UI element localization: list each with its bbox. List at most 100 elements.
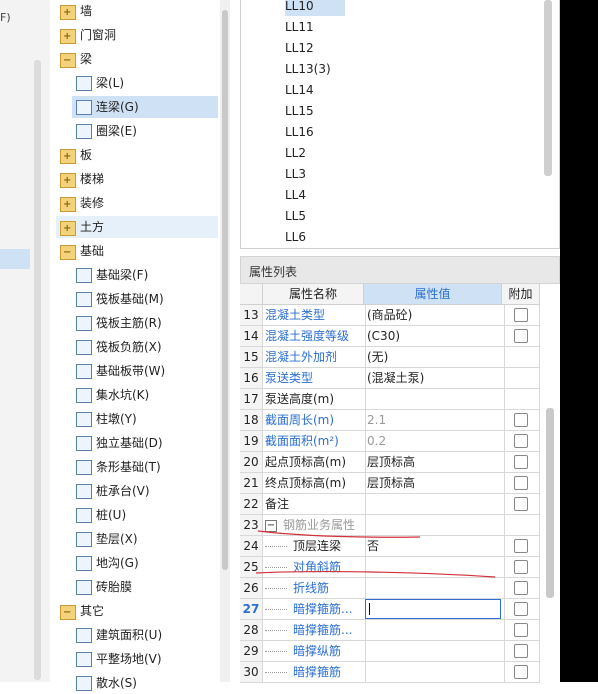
property-row[interactable]: 19 截面面积(m²) 0.2 — [240, 431, 540, 452]
tree-item[interactable]: 基础梁(F) — [72, 264, 218, 286]
component-list-item[interactable]: LL13(3) — [285, 59, 345, 79]
property-row[interactable]: 17 泵送高度(m) — [240, 389, 540, 410]
property-row[interactable]: 24 顶层连梁 否 — [240, 536, 540, 557]
attach-checkbox[interactable] — [514, 497, 528, 511]
property-value[interactable] — [364, 620, 505, 641]
tree-item[interactable]: 圈梁(E) — [72, 120, 218, 142]
property-row[interactable]: 16 泵送类型 (混凝土泵) — [240, 368, 540, 389]
attach-checkbox[interactable] — [514, 413, 528, 427]
attach-checkbox[interactable] — [514, 623, 528, 637]
property-row[interactable]: 27 暗撑箍筋... — [240, 599, 540, 620]
property-row[interactable]: 22 备注 — [240, 494, 540, 515]
tree-item[interactable]: 其它 — [56, 600, 218, 624]
attach-checkbox[interactable] — [514, 581, 528, 595]
property-row[interactable]: 26 折线筋 — [240, 578, 540, 599]
tree-item[interactable]: 柱墩(Y) — [72, 408, 218, 430]
component-list-item[interactable]: LL10 — [285, 0, 345, 16]
attach-checkbox[interactable] — [514, 476, 528, 490]
property-value[interactable]: 否 — [364, 536, 505, 557]
component-list-item[interactable]: LL11 — [285, 17, 345, 37]
property-value[interactable]: 层顶标高 — [364, 473, 505, 494]
property-row[interactable]: 28 暗撑箍筋... — [240, 620, 540, 641]
tree-item[interactable]: 桩(U) — [72, 504, 218, 526]
property-row[interactable]: 25 对角斜筋 — [240, 557, 540, 578]
component-list-scrollbar[interactable] — [544, 0, 552, 176]
property-value[interactable]: 层顶标高 — [364, 452, 505, 473]
tree-item[interactable]: 连梁(G) — [72, 96, 218, 118]
property-value[interactable] — [364, 515, 505, 536]
property-value[interactable]: 0.2 — [364, 431, 505, 452]
attach-checkbox[interactable] — [514, 560, 528, 574]
property-value[interactable]: 2.1 — [364, 410, 505, 431]
property-row[interactable]: 23− 钢筋业务属性 — [240, 515, 540, 536]
tree-item[interactable]: 地沟(G) — [72, 552, 218, 574]
property-value[interactable] — [364, 641, 505, 662]
attach-checkbox[interactable] — [514, 644, 528, 658]
tree-item[interactable]: 土方 — [56, 216, 218, 240]
component-list-item[interactable]: LL3 — [285, 164, 345, 184]
tree-item[interactable]: 板 — [56, 144, 218, 168]
property-row[interactable]: 18 截面周长(m) 2.1 — [240, 410, 540, 431]
tree-item[interactable]: 桩承台(V) — [72, 480, 218, 502]
component-list-item[interactable]: LL16 — [285, 122, 345, 142]
property-row[interactable]: 30 暗撑箍筋 — [240, 662, 540, 683]
tree-item[interactable]: 梁 — [56, 48, 218, 72]
tree-item[interactable]: 散水(S) — [72, 672, 218, 694]
left-panel-scrollbar[interactable] — [34, 60, 41, 680]
property-row[interactable]: 13 混凝土类型 (商品砼) — [240, 305, 540, 326]
property-row[interactable]: 21 终点顶标高(m) 层顶标高 — [240, 473, 540, 494]
tree-item[interactable]: 装修 — [56, 192, 218, 216]
tree-item[interactable]: 门窗洞 — [56, 24, 218, 48]
attach-checkbox[interactable] — [514, 665, 528, 679]
tree-item[interactable]: 墙 — [56, 0, 218, 24]
component-list-item[interactable]: LL14 — [285, 80, 345, 100]
tree-item[interactable]: 筏板主筋(R) — [72, 312, 218, 334]
tree-item[interactable]: 垫层(X) — [72, 528, 218, 550]
tree-item[interactable]: 条形基础(T) — [72, 456, 218, 478]
attach-checkbox[interactable] — [514, 329, 528, 343]
tree-item[interactable]: 砖胎膜 — [72, 576, 218, 598]
attach-checkbox[interactable] — [514, 434, 528, 448]
component-list-item[interactable]: LL12 — [285, 38, 345, 58]
property-row[interactable]: 29 暗撑纵筋 — [240, 641, 540, 662]
property-grid-scrollbar[interactable] — [546, 408, 554, 598]
property-value[interactable] — [364, 389, 505, 410]
left-panel-selected-row[interactable] — [0, 249, 30, 269]
tree-item[interactable]: 集水坑(K) — [72, 384, 218, 406]
component-tree-scrollbar[interactable] — [220, 0, 230, 682]
tree-item[interactable]: 平整场地(V) — [72, 648, 218, 670]
tree-item[interactable]: 楼梯 — [56, 168, 218, 192]
tree-item[interactable]: 基础 — [56, 240, 218, 264]
attach-checkbox[interactable] — [514, 308, 528, 322]
property-row[interactable]: 15 混凝土外加剂 (无) — [240, 347, 540, 368]
component-list-item[interactable]: LL6 — [285, 227, 345, 247]
property-row[interactable]: 20 起点顶标高(m) 层顶标高 — [240, 452, 540, 473]
attach-checkbox[interactable] — [514, 602, 528, 616]
property-extra — [502, 389, 540, 410]
component-tree-scroll-thumb[interactable] — [222, 10, 228, 570]
component-list-item[interactable]: LL4 — [285, 185, 345, 205]
property-value[interactable] — [364, 662, 505, 683]
attach-checkbox[interactable] — [514, 455, 528, 469]
property-value[interactable]: (C30) — [364, 326, 505, 347]
property-row[interactable]: 14 混凝土强度等级 (C30) — [240, 326, 540, 347]
property-extra — [502, 326, 540, 347]
tree-item[interactable]: 筏板负筋(X) — [72, 336, 218, 358]
tree-item[interactable]: 筏板基础(M) — [72, 288, 218, 310]
component-list-item[interactable]: LL5 — [285, 206, 345, 226]
tree-item[interactable]: 梁(L) — [72, 72, 218, 94]
property-value[interactable] — [364, 578, 505, 599]
property-value[interactable]: (无) — [364, 347, 505, 368]
collapse-toggle-icon[interactable]: − — [265, 519, 277, 532]
tree-item[interactable]: 建筑面积(U) — [72, 624, 218, 646]
property-value[interactable]: (混凝土泵) — [364, 368, 505, 389]
property-value[interactable] — [364, 557, 505, 578]
property-value[interactable] — [364, 494, 505, 515]
property-value[interactable]: (商品砼) — [364, 305, 505, 326]
attach-checkbox[interactable] — [514, 539, 528, 553]
component-list-item[interactable]: LL2 — [285, 143, 345, 163]
value-edit-input[interactable] — [365, 599, 501, 619]
tree-item[interactable]: 基础板带(W) — [72, 360, 218, 382]
tree-item[interactable]: 独立基础(D) — [72, 432, 218, 454]
component-list-item[interactable]: LL15 — [285, 101, 345, 121]
